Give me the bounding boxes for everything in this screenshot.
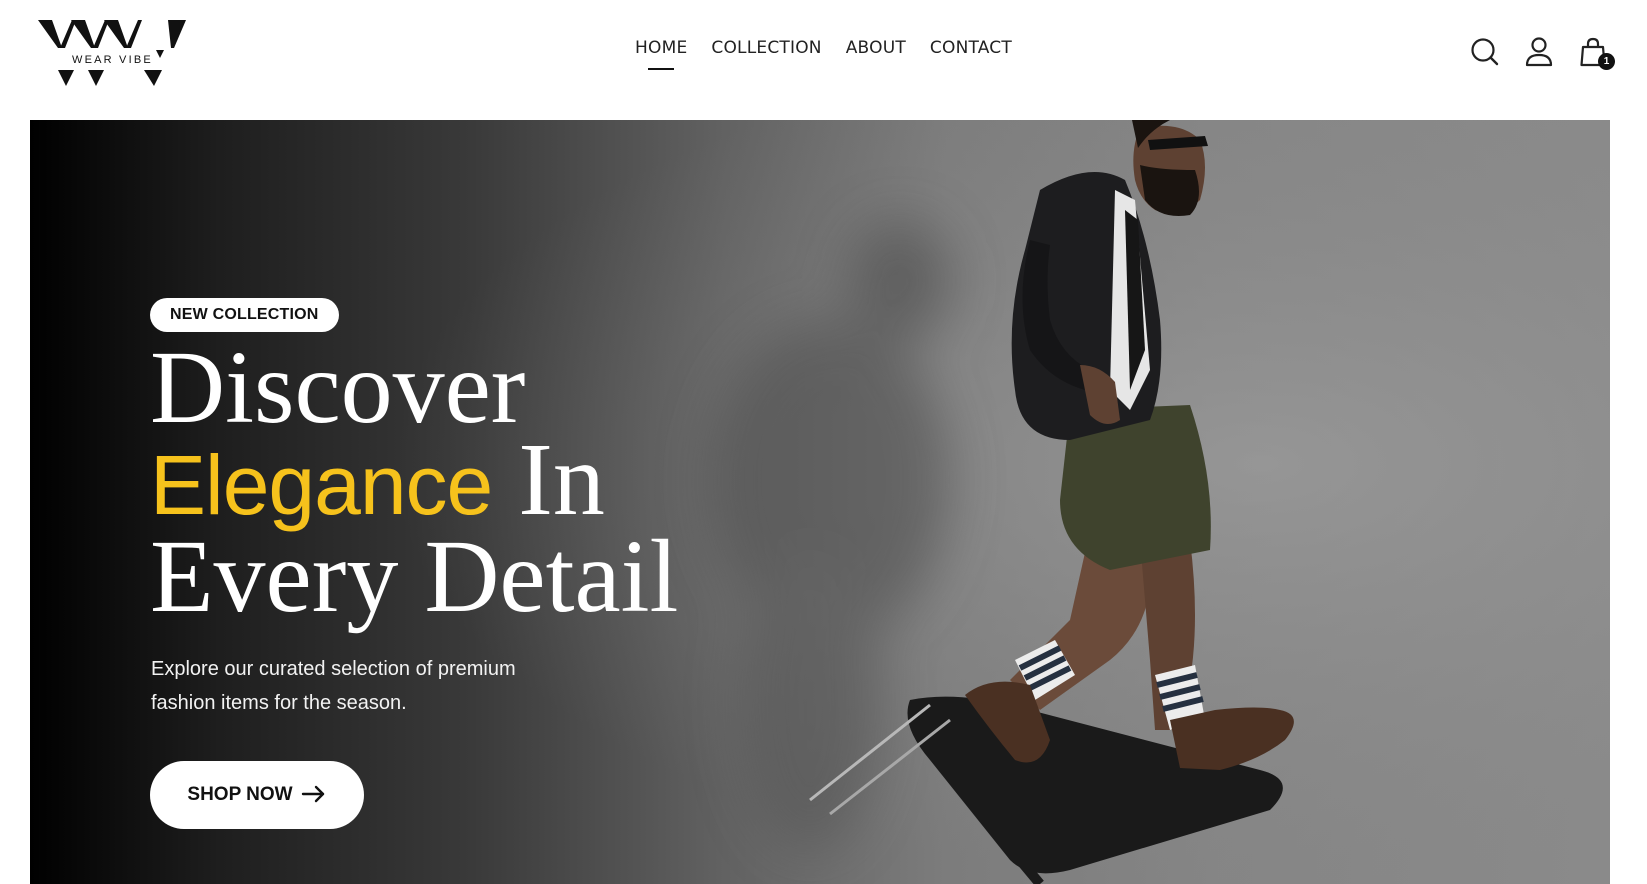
headline-accent-word: Elegance	[150, 438, 493, 532]
headline-line-2: Elegance In	[150, 428, 678, 532]
account-button[interactable]	[1521, 34, 1557, 70]
cart-count-badge: 1	[1598, 53, 1615, 70]
search-button[interactable]	[1467, 34, 1503, 70]
nav-home[interactable]: HOME	[635, 38, 687, 70]
headline-line-3: Every Detail	[150, 519, 679, 634]
nav-contact[interactable]: CONTACT	[930, 38, 1012, 64]
page: WEAR VIBE HOME COLLECTION ABOUT CONTACT	[0, 0, 1647, 884]
hero-headline: Discover Elegance In Every Detail	[150, 330, 679, 634]
user-icon	[1525, 37, 1553, 67]
new-collection-badge: NEW COLLECTION	[150, 298, 339, 332]
search-icon	[1471, 38, 1499, 66]
nav-about[interactable]: ABOUT	[846, 38, 906, 64]
hero-banner: NEW COLLECTION Discover Elegance In Ever…	[30, 120, 1610, 884]
main-nav: HOME COLLECTION ABOUT CONTACT	[0, 38, 1647, 70]
arrow-right-icon	[301, 785, 324, 803]
nav-collection[interactable]: COLLECTION	[711, 38, 821, 64]
shop-now-label: SHOP NOW	[187, 784, 293, 805]
shop-now-button[interactable]: SHOP NOW	[150, 761, 364, 829]
headline-line-1: Discover	[150, 330, 526, 445]
hero-subtitle: Explore our curated selection of premium…	[151, 658, 516, 714]
cart-button[interactable]: 1	[1575, 34, 1615, 70]
site-header: WEAR VIBE HOME COLLECTION ABOUT CONTACT	[0, 0, 1647, 120]
